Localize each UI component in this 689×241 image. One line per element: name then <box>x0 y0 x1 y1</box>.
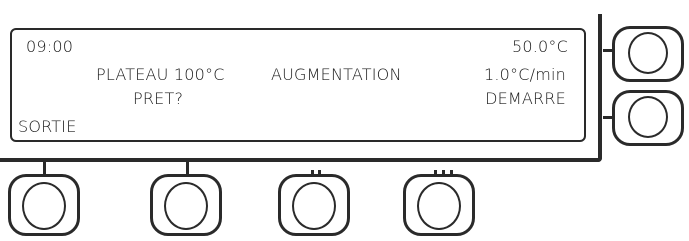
exit-softkey-label: SORTIE <box>18 117 77 136</box>
panel-bezel-bottom <box>0 158 602 162</box>
softkey-3[interactable] <box>278 174 350 236</box>
softkey-2[interactable] <box>150 174 222 236</box>
softkey-2-button[interactable] <box>164 182 208 230</box>
side-key-top[interactable] <box>612 26 684 82</box>
side-key-bottom[interactable] <box>612 90 684 146</box>
panel-bezel-right <box>598 14 602 162</box>
instrument-control-panel: 09:00 50.0°C PLATEAU 100°C AUGMENTATION … <box>0 0 689 241</box>
softkey-3-button[interactable] <box>292 182 336 230</box>
ramp-rate: 1.0°C/min <box>484 65 566 84</box>
current-temperature: 50.0°C <box>512 37 568 56</box>
clock-time: 09:00 <box>26 37 74 56</box>
softkey-start[interactable] <box>403 174 475 236</box>
side-key-bottom-button[interactable] <box>628 96 668 138</box>
lcd-display: 09:00 50.0°C PLATEAU 100°C AUGMENTATION … <box>10 28 586 142</box>
softkey-exit[interactable] <box>8 174 80 236</box>
ready-prompt: PRET? <box>133 89 184 108</box>
ramp-mode-label: AUGMENTATION <box>271 65 402 84</box>
softkey-exit-button[interactable] <box>22 182 66 230</box>
softkey-start-button[interactable] <box>417 182 461 230</box>
side-key-top-button[interactable] <box>628 32 668 74</box>
start-softkey-label: DEMARRE <box>485 89 566 108</box>
plateau-setpoint: PLATEAU 100°C <box>96 65 225 84</box>
